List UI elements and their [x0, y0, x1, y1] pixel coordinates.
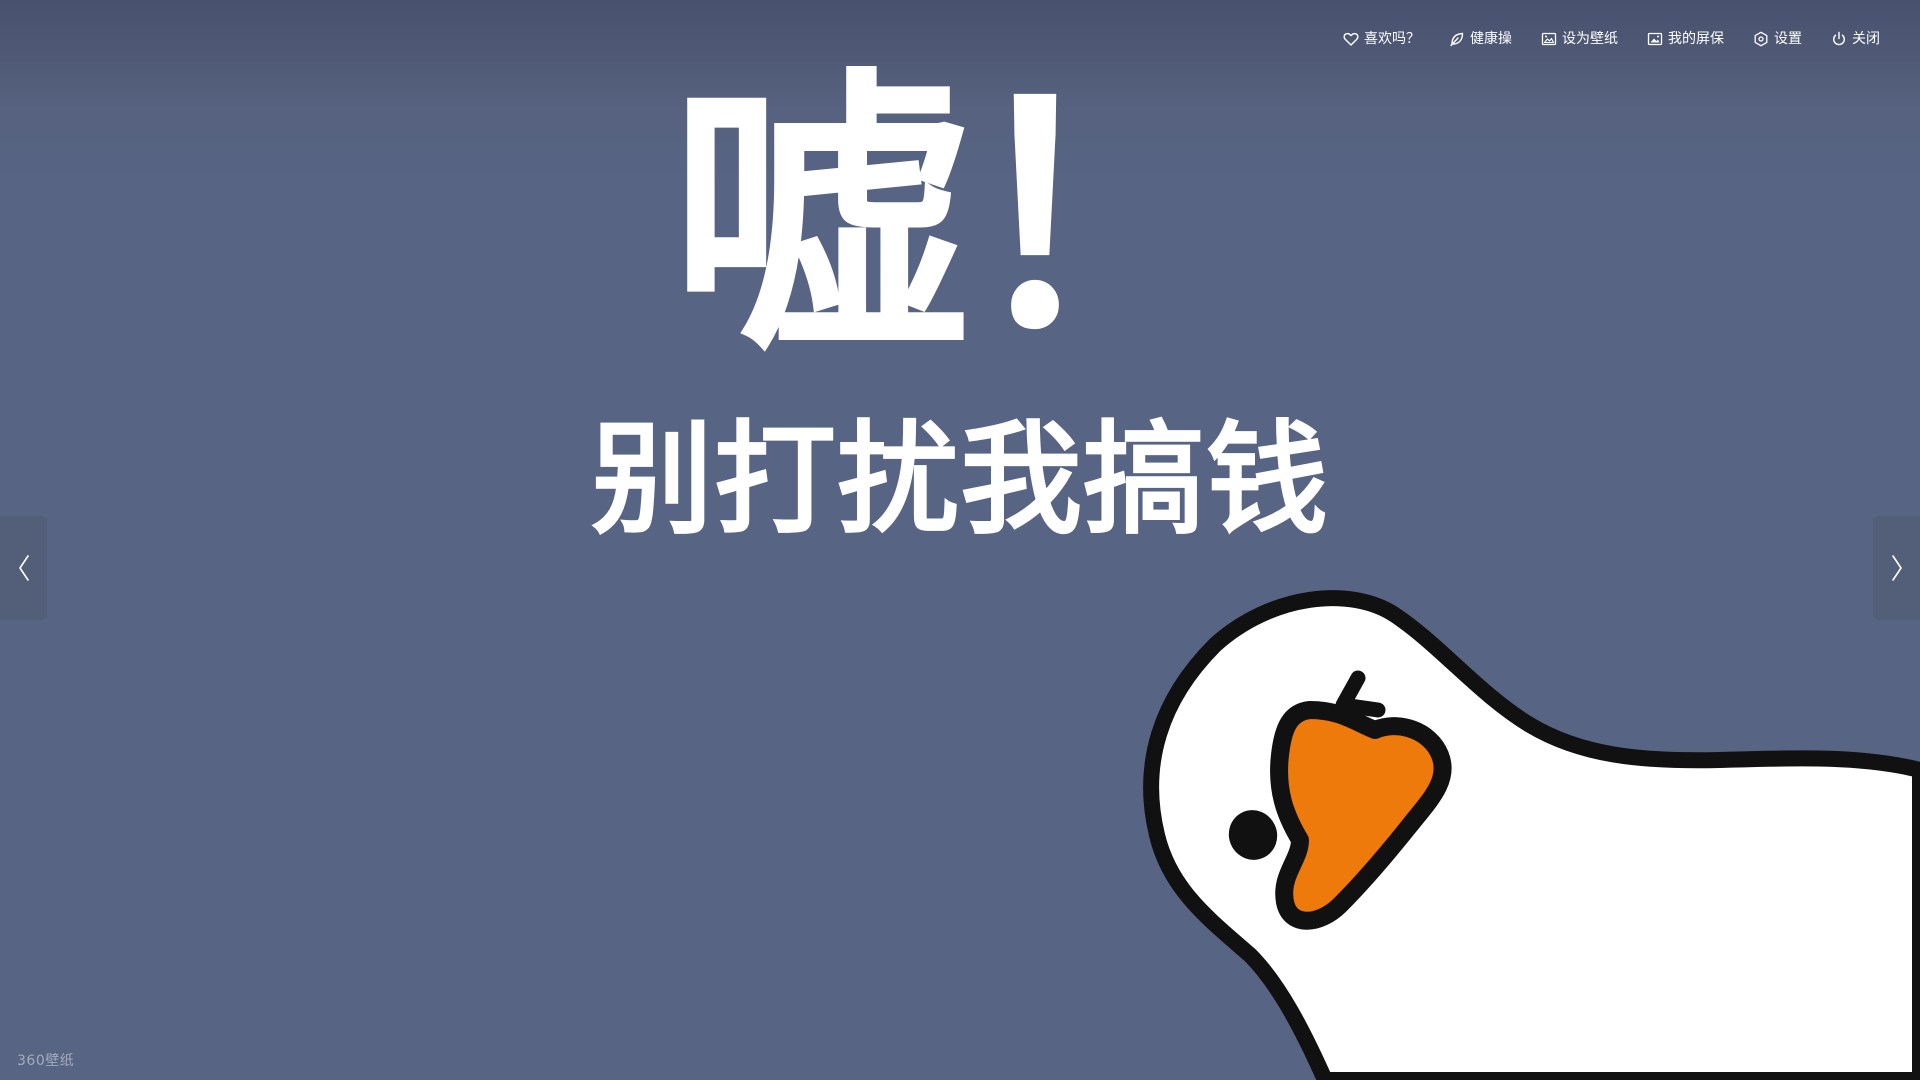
previous-button[interactable]	[0, 516, 47, 620]
goose-illustration	[1140, 590, 1920, 1080]
chevron-right-icon	[1890, 554, 1904, 582]
chevron-left-icon	[17, 554, 31, 582]
screensaver-screen: 喜欢吗？ 健康操 设为壁纸 我的屏保 设置 关闭 嘘！ 别打扰我搞钱 360壁纸	[0, 0, 1920, 1080]
watermark-logo: 360壁纸	[17, 1053, 75, 1069]
subheadline-text: 别打扰我搞钱	[591, 409, 1329, 551]
headline-text: 嘘！	[670, 45, 1260, 394]
